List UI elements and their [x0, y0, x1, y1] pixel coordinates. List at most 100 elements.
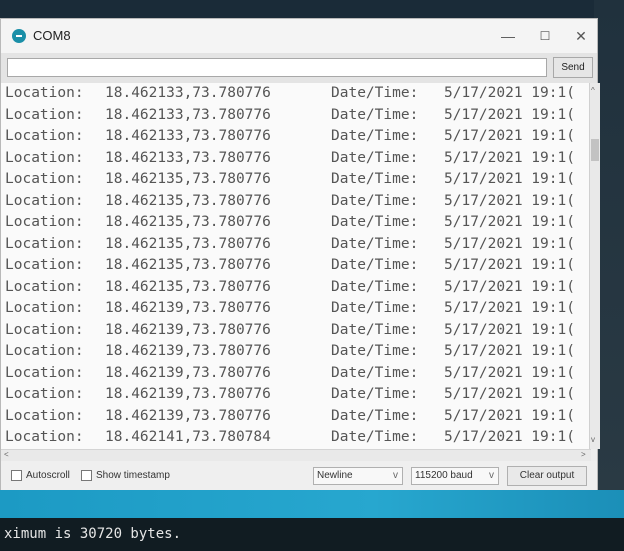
datetime-value: 5/17/2021 19:1( — [444, 128, 575, 144]
vertical-scroll-thumb[interactable] — [591, 139, 599, 161]
coordinates: 18.462133,73.780776 — [105, 106, 271, 123]
clear-output-button[interactable]: Clear output — [507, 466, 587, 486]
coordinates: 18.462135,73.780776 — [105, 235, 271, 252]
log-line: Location: 18.462135,73.780776 Date/Time: 5/… — [1, 234, 591, 256]
coordinates: 18.462135,73.780776 — [105, 192, 271, 209]
log-line: Location: 18.462139,73.780776 Date/Time: 5/… — [1, 298, 591, 320]
log-line: Location: 18.462135,73.780776 Date/Time: 5/… — [1, 277, 591, 299]
line-ending-select[interactable]: Newline v — [313, 467, 403, 485]
autoscroll-checkbox[interactable] — [11, 470, 22, 481]
datetime-label: Date/Time: — [331, 128, 419, 144]
title-bar: COM8 — ☐ ✕ — [1, 19, 597, 53]
window-title: COM8 — [33, 28, 71, 43]
datetime-label: Date/Time: — [331, 149, 419, 166]
datetime-value: 5/17/2021 19:1( — [444, 407, 575, 424]
log-line: Location: 18.462139,73.780776 Date/Time: 5/… — [1, 320, 591, 342]
datetime-value: 5/17/2021 19:1( — [444, 429, 575, 445]
datetime-label: Date/Time: — [331, 407, 419, 424]
baud-rate-select[interactable]: 115200 baud v — [411, 467, 499, 485]
datetime-value: 5/17/2021 19:1( — [444, 364, 575, 381]
location-label: Location: — [5, 386, 84, 402]
coordinates: 18.462139,73.780776 — [105, 386, 271, 402]
scroll-down-icon[interactable]: v — [591, 435, 595, 444]
datetime-label: Date/Time: — [331, 171, 419, 187]
log-line: Location: 18.462135,73.780776 Date/Time: 5/… — [1, 191, 591, 213]
datetime-label: Date/Time: — [331, 257, 419, 273]
location-label: Location: — [5, 321, 84, 338]
ide-console: ximum is 30720 bytes. — [0, 518, 624, 551]
scroll-up-icon[interactable]: ^ — [591, 86, 595, 95]
coordinates: 18.462133,73.780776 — [105, 85, 271, 101]
datetime-value: 5/17/2021 19:1( — [444, 192, 575, 209]
coordinates: 18.462139,73.780776 — [105, 300, 271, 316]
autoscroll-label: Autoscroll — [26, 470, 70, 481]
log-line: Location: 18.462135,73.780776 Date/Time: 5/… — [1, 212, 591, 234]
location-label: Location: — [5, 235, 84, 252]
coordinates: 18.462135,73.780776 — [105, 214, 271, 230]
datetime-value: 5/17/2021 19:1( — [444, 85, 575, 101]
vertical-scrollbar[interactable]: ^ v — [589, 83, 600, 449]
minimize-button[interactable]: — — [491, 25, 525, 47]
log-line: Location: 18.462133,73.780776 Date/Time: 5/… — [1, 126, 591, 148]
location-label: Location: — [5, 106, 84, 123]
line-ending-value: Newline — [317, 470, 353, 481]
log-line: Location: 18.462133,73.780776 Date/Time: 5/… — [1, 105, 591, 127]
datetime-label: Date/Time: — [331, 321, 419, 338]
location-label: Location: — [5, 85, 84, 101]
coordinates: 18.462135,73.780776 — [105, 278, 271, 295]
datetime-value: 5/17/2021 19:1( — [444, 257, 575, 273]
maximize-button[interactable]: ☐ — [528, 25, 562, 47]
location-label: Location: — [5, 364, 84, 381]
location-label: Location: — [5, 300, 84, 316]
coordinates: 18.462133,73.780776 — [105, 149, 271, 166]
chevron-down-icon: v — [489, 470, 494, 481]
datetime-label: Date/Time: — [331, 85, 419, 101]
datetime-value: 5/17/2021 19:1( — [444, 214, 575, 230]
show-timestamp-checkbox[interactable] — [81, 470, 92, 481]
coordinates: 18.462139,73.780776 — [105, 343, 271, 359]
coordinates: 18.462139,73.780776 — [105, 364, 271, 381]
status-bar: Autoscroll Show timestamp Newline v 1152… — [1, 461, 597, 491]
close-button[interactable]: ✕ — [564, 25, 598, 47]
datetime-value: 5/17/2021 19:1( — [444, 235, 575, 252]
datetime-label: Date/Time: — [331, 214, 419, 230]
log-line: Location: 18.462133,73.780776 Date/Time: 5/… — [1, 148, 591, 170]
location-label: Location: — [5, 214, 84, 230]
location-label: Location: — [5, 128, 84, 144]
location-label: Location: — [5, 171, 84, 187]
datetime-label: Date/Time: — [331, 429, 419, 445]
log-line: Location: 18.462135,73.780776 Date/Time: 5/… — [1, 169, 591, 191]
location-label: Location: — [5, 278, 84, 295]
send-row: Send — [1, 53, 597, 83]
serial-monitor-window: COM8 — ☐ ✕ Send Location: 18.462133,73.78… — [0, 18, 600, 491]
desktop-background-strip — [0, 490, 624, 518]
log-line: Location: 18.462139,73.780776 Date/Time: 5/… — [1, 363, 591, 385]
desktop-background-top — [0, 0, 624, 18]
datetime-label: Date/Time: — [331, 278, 419, 295]
log-line: Location: 18.462141,73.780784 Date/Time: 5/… — [1, 427, 591, 449]
log-line: Location: 18.462139,73.780776 Date/Time: 5/… — [1, 341, 591, 363]
send-button[interactable]: Send — [553, 57, 593, 78]
location-label: Location: — [5, 429, 84, 445]
coordinates: 18.462135,73.780776 — [105, 257, 271, 273]
scroll-right-icon[interactable]: > — [581, 450, 586, 459]
datetime-label: Date/Time: — [331, 106, 419, 123]
chevron-down-icon: v — [393, 470, 398, 481]
location-label: Location: — [5, 149, 84, 166]
datetime-value: 5/17/2021 19:1( — [444, 278, 575, 295]
datetime-label: Date/Time: — [331, 386, 419, 402]
datetime-value: 5/17/2021 19:1( — [444, 300, 575, 316]
location-label: Location: — [5, 343, 84, 359]
datetime-label: Date/Time: — [331, 343, 419, 359]
coordinates: 18.462133,73.780776 — [105, 128, 271, 144]
show-timestamp-label: Show timestamp — [96, 470, 170, 481]
send-input[interactable] — [7, 58, 547, 77]
serial-output[interactable]: Location: 18.462133,73.780776 Date/Time: 5/… — [1, 83, 591, 449]
datetime-value: 5/17/2021 19:1( — [444, 321, 575, 338]
coordinates: 18.462139,73.780776 — [105, 407, 271, 424]
coordinates: 18.462135,73.780776 — [105, 171, 271, 187]
location-label: Location: — [5, 407, 84, 424]
coordinates: 18.462141,73.780784 — [105, 429, 271, 445]
scroll-left-icon[interactable]: < — [4, 450, 9, 459]
datetime-value: 5/17/2021 19:1( — [444, 343, 575, 359]
